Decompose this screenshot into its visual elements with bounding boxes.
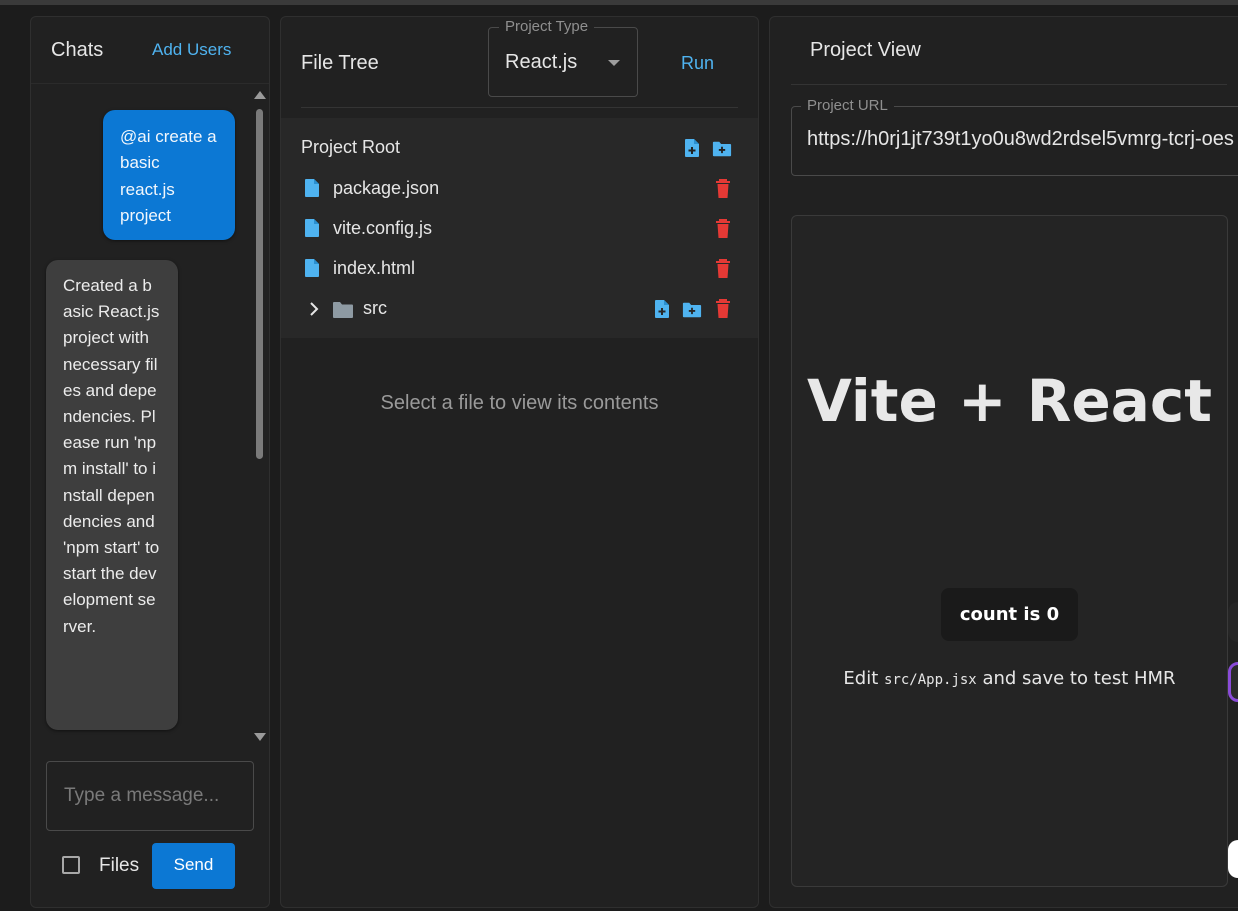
file-tree-divider — [301, 107, 738, 108]
delete-icon[interactable] — [713, 299, 733, 319]
project-root-label: Project Root — [301, 137, 401, 157]
window-top-border — [0, 0, 1238, 5]
file-name[interactable]: package.json — [333, 178, 439, 199]
edit-prefix: Edit — [843, 668, 879, 689]
add-folder-icon[interactable] — [682, 300, 702, 320]
file-icon — [305, 259, 319, 277]
message-scrollbar[interactable] — [253, 89, 267, 744]
file-icon — [305, 219, 319, 237]
preview-heading: Vite + React — [806, 367, 1213, 435]
folder-name[interactable]: src — [363, 298, 387, 319]
edit-suffix: and save to test HMR — [982, 668, 1176, 689]
add-users-button[interactable]: Add Users — [152, 40, 231, 60]
file-row-vite-config[interactable]: vite.config.js — [281, 209, 758, 249]
folder-icon — [333, 302, 353, 318]
add-file-icon[interactable] — [652, 299, 672, 319]
file-name[interactable]: vite.config.js — [333, 218, 432, 239]
caret-down-icon[interactable] — [608, 60, 620, 66]
project-type-legend: Project Type — [499, 18, 595, 35]
chat-title: Chats — [51, 39, 104, 61]
file-tree-panel: File Tree Project Type React.js Run Proj… — [280, 16, 759, 908]
send-button[interactable]: Send — [152, 843, 235, 889]
chat-panel: Chats Add Users @ai create a basic react… — [30, 16, 270, 908]
file-name[interactable]: index.html — [333, 258, 415, 279]
files-label: Files — [99, 855, 140, 876]
file-tree-title: File Tree — [301, 52, 379, 74]
file-row-package-json[interactable]: package.json — [281, 169, 758, 209]
project-url-value[interactable]: https://h0rj1jt739t1yo0u8wd2rdsel5vmrg-t… — [807, 128, 1234, 151]
files-checkbox[interactable] — [62, 856, 80, 874]
chevron-right-icon[interactable] — [308, 300, 320, 318]
project-view-title: Project View — [810, 39, 921, 61]
file-icon — [305, 179, 319, 197]
message-input[interactable] — [46, 761, 254, 831]
delete-icon[interactable] — [713, 179, 733, 199]
edit-code: src/App.jsx — [884, 672, 977, 688]
ai-message: Created a basic React.js project with ne… — [46, 260, 178, 730]
user-message: @ai create a basic react.js project — [103, 110, 235, 240]
message-list[interactable]: @ai create a basic react.js project Crea… — [31, 84, 269, 744]
delete-icon[interactable] — [713, 219, 733, 239]
floating-widget-button[interactable] — [1228, 602, 1238, 642]
file-row-index-html[interactable]: index.html — [281, 249, 758, 289]
add-folder-icon[interactable] — [712, 139, 732, 159]
project-view-divider — [791, 84, 1227, 85]
file-view-placeholder: Select a file to view its contents — [380, 392, 659, 414]
project-url-legend: Project URL — [801, 97, 894, 114]
delete-icon[interactable] — [713, 259, 733, 279]
count-button[interactable]: count is 0 — [941, 588, 1078, 641]
scroll-thumb[interactable] — [256, 109, 263, 459]
scroll-down-arrow-icon[interactable] — [254, 733, 266, 741]
project-type-value[interactable]: React.js — [505, 51, 577, 74]
floating-action-button[interactable] — [1228, 840, 1238, 878]
project-view-panel: Project View Project URL https://h0rj1jt… — [769, 16, 1238, 908]
preview-edit-text: Edit src/App.jsx and save to test HMR — [792, 664, 1227, 695]
project-preview-frame[interactable]: Vite + React count is 0 Edit src/App.jsx… — [791, 215, 1228, 887]
add-file-icon[interactable] — [682, 138, 702, 158]
run-button[interactable]: Run — [681, 53, 714, 74]
scroll-up-arrow-icon[interactable] — [254, 91, 266, 99]
folder-row-src[interactable]: src — [281, 289, 758, 329]
assistant-floating-icon[interactable] — [1228, 662, 1238, 702]
